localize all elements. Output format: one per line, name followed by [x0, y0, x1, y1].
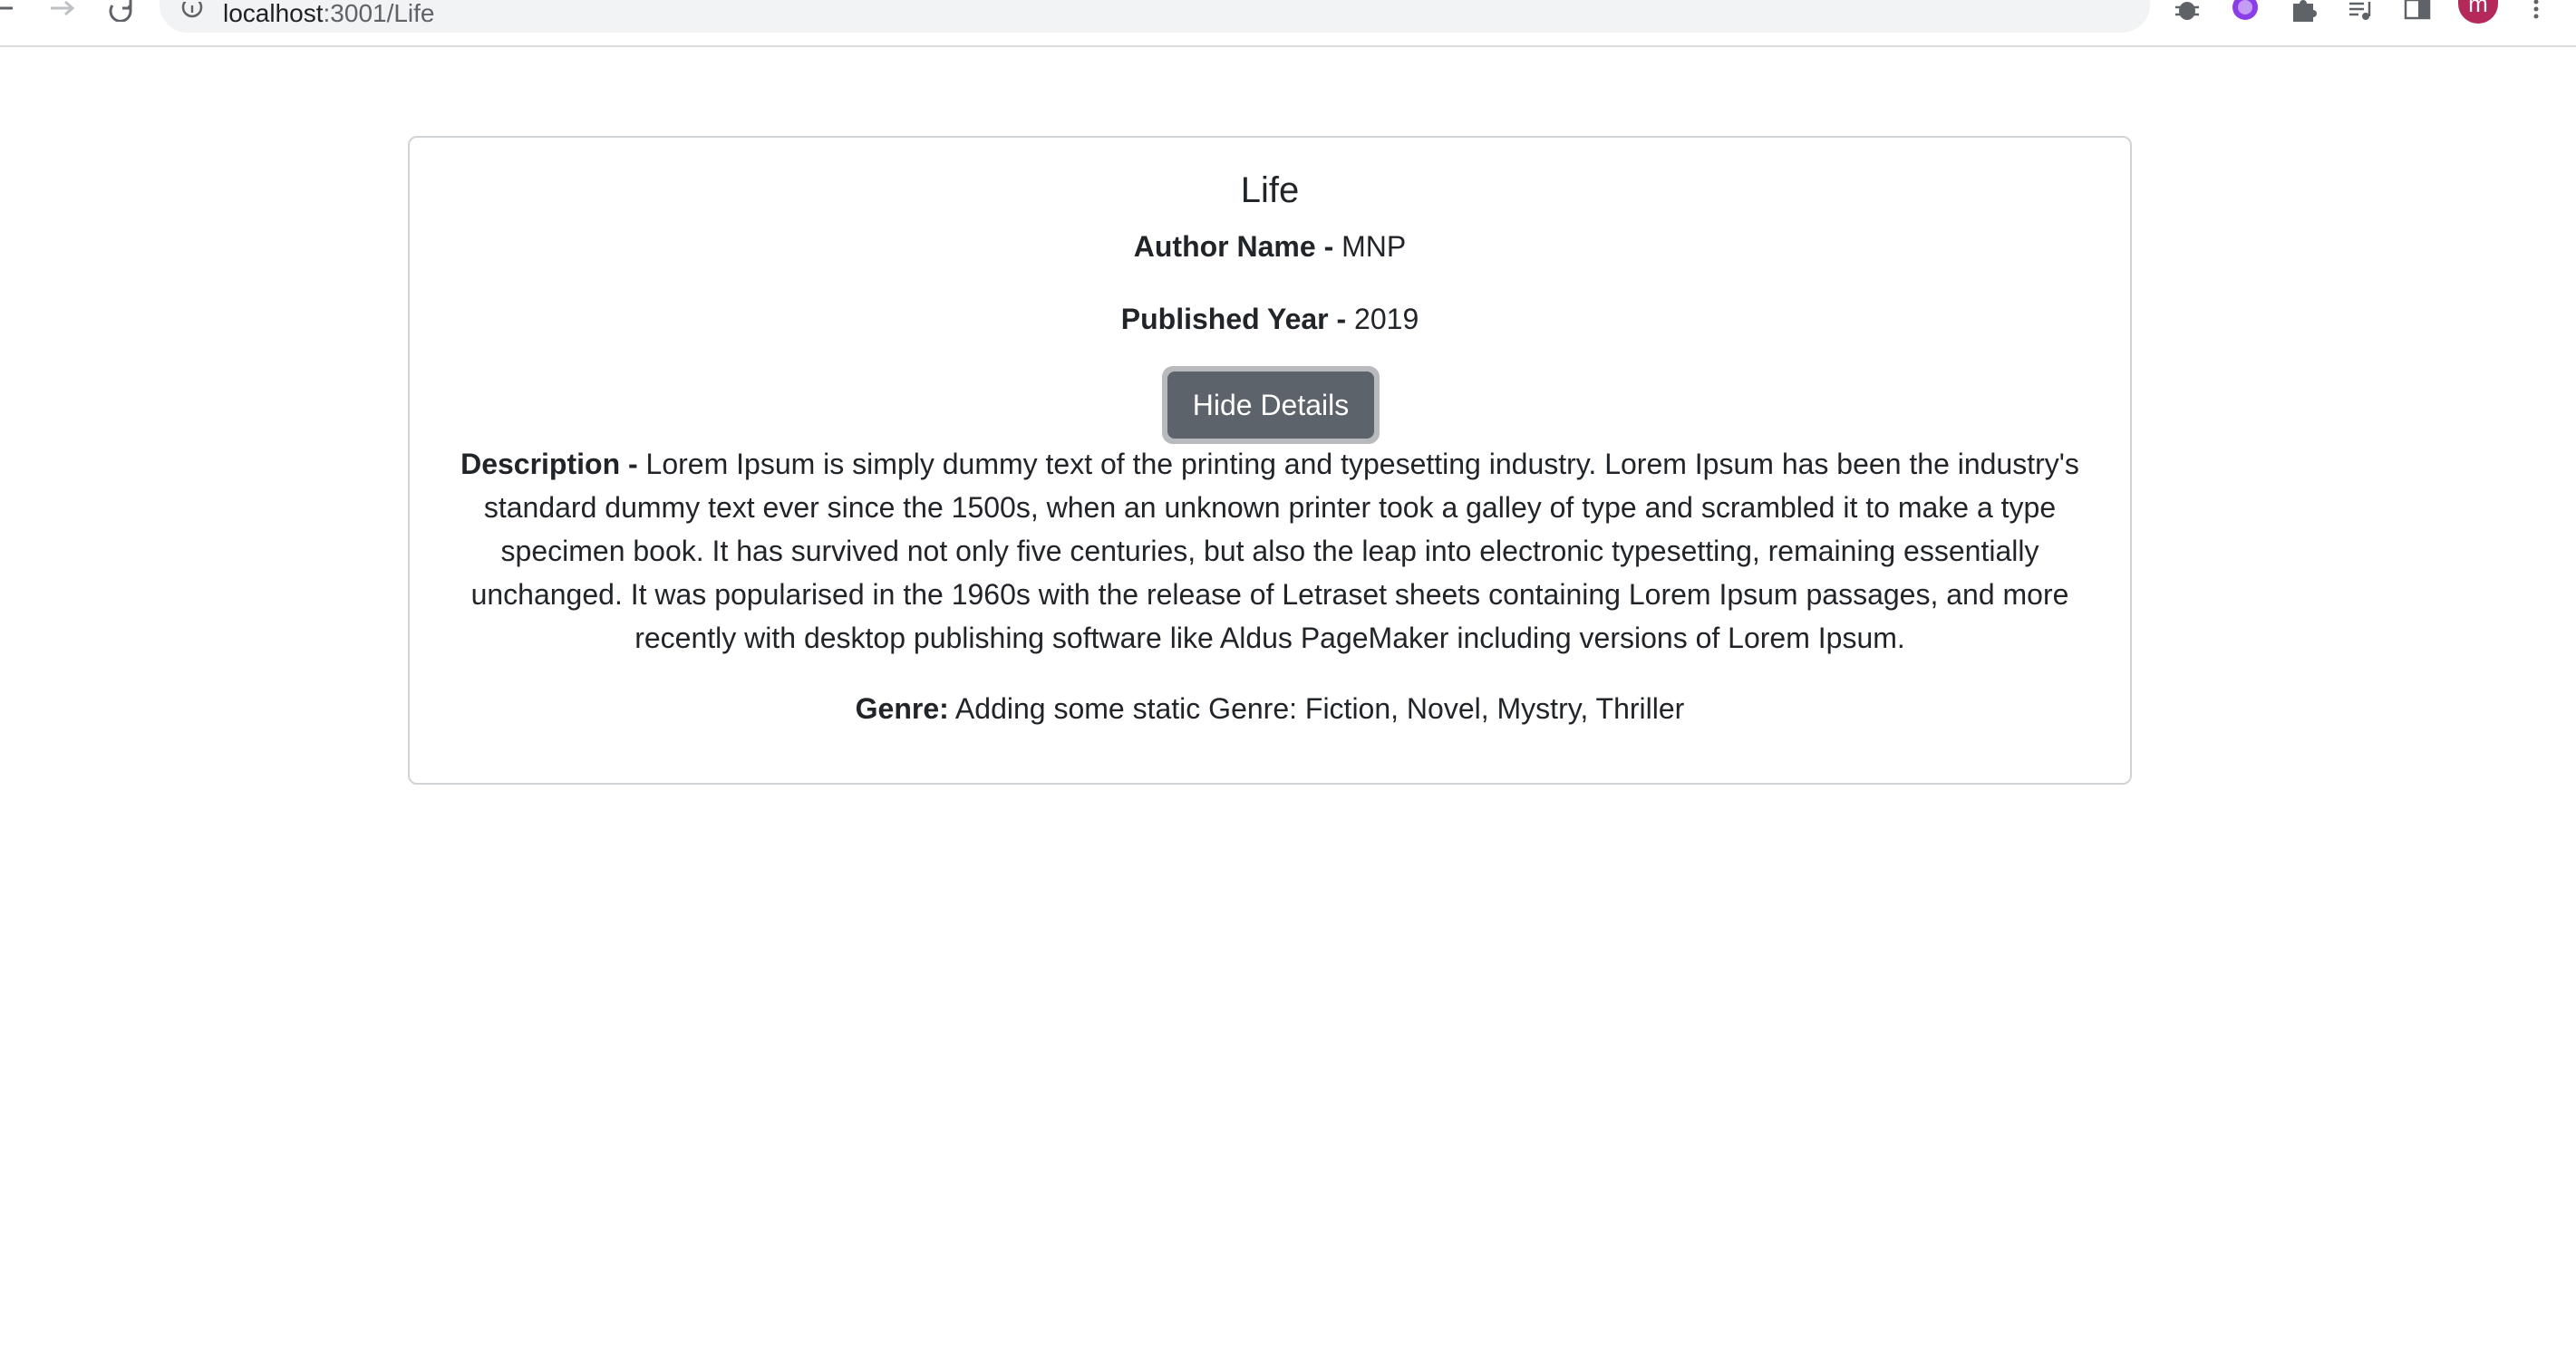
media-controls-icon[interactable] [2346, 0, 2377, 22]
arrow-right-icon [51, 0, 75, 16]
puzzle-extensions-icon[interactable] [2288, 0, 2319, 22]
author-value: MNP [1341, 230, 1407, 263]
genre-line: Genre: Adding some static Genre: Fiction… [410, 689, 2130, 728]
address-bar[interactable]: localhost:3001/Life [160, 0, 2150, 33]
hide-details-button[interactable]: Hide Details [1167, 371, 1374, 439]
book-title: Life [1240, 170, 1300, 210]
info-icon[interactable] [181, 2, 203, 24]
browser-toolbar: localhost:3001/Life m [0, 0, 2576, 47]
description-label: Description - [460, 448, 646, 480]
published-year-line: Published Year - 2019 [410, 299, 2130, 339]
forward-button[interactable] [47, 0, 80, 20]
url-path: :3001/Life [323, 0, 435, 27]
published-year-label: Published Year - [1120, 303, 1355, 335]
reload-button[interactable] [105, 0, 138, 23]
more-options-icon[interactable] [2529, 0, 2543, 20]
genre-value: Adding some static Genre: Fiction, Novel… [948, 692, 1685, 725]
description: Description - Lorem Ipsum is simply dumm… [437, 442, 2103, 660]
url-host: localhost [223, 0, 324, 27]
url-text[interactable]: localhost:3001/Life [223, 0, 435, 27]
genre-label: Genre: [855, 692, 949, 725]
description-text: Lorem Ipsum is simply dummy text of the … [470, 448, 2079, 654]
author-label: Author Name - [1133, 230, 1342, 263]
book-details-card: Life Author Name - MNP Published Year - … [408, 136, 2132, 785]
back-button[interactable] [0, 0, 20, 20]
bug-extension-icon[interactable] [2172, 0, 2203, 22]
published-year-value: 2019 [1354, 303, 1419, 335]
extension-icon[interactable] [2230, 0, 2261, 22]
author-line: Author Name - MNP [410, 227, 2130, 266]
hide-details-focus-ring: Hide Details [1162, 366, 1380, 444]
reload-icon [109, 0, 132, 23]
profile-avatar[interactable]: m [2458, 0, 2498, 24]
side-panel-icon[interactable] [2402, 0, 2433, 22]
arrow-left-icon [0, 6, 13, 10]
